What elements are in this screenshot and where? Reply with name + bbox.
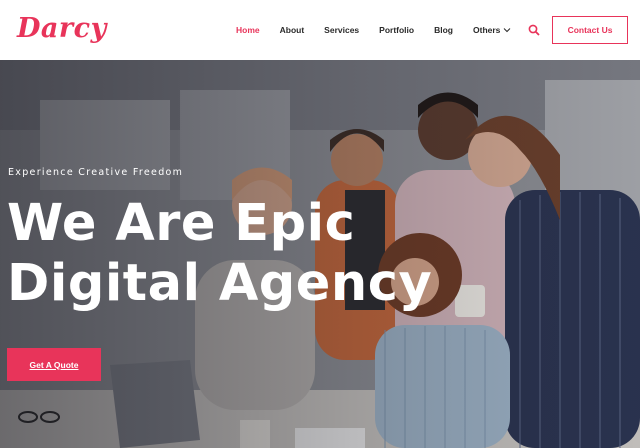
nav-item-others-label: Others: [473, 25, 501, 35]
hero-headline: We Are Epic Digital Agency: [7, 194, 433, 314]
nav-item-services[interactable]: Services: [324, 25, 359, 35]
chevron-down-icon: [504, 28, 511, 33]
nav-item-portfolio[interactable]: Portfolio: [379, 25, 414, 35]
main-nav: Home About Services Portfolio Blog Other…: [236, 21, 531, 39]
nav-item-about[interactable]: About: [280, 25, 305, 35]
nav-item-blog[interactable]: Blog: [434, 25, 453, 35]
nav-item-others[interactable]: Others: [473, 25, 511, 35]
hero-headline-line-1: We Are Epic: [7, 194, 356, 253]
hero-kicker: Experience Creative Freedom: [8, 167, 184, 178]
site-logo[interactable]: Darcy: [17, 11, 107, 47]
search-icon[interactable]: [528, 24, 540, 36]
contact-us-button[interactable]: Contact Us: [552, 16, 628, 44]
get-a-quote-button[interactable]: Get A Quote: [7, 348, 101, 381]
site-header: Darcy Home About Services Portfolio Blog…: [0, 0, 640, 60]
hero-headline-line-2: Digital Agency: [7, 254, 433, 313]
nav-item-home[interactable]: Home: [236, 25, 260, 35]
hero-section: Experience Creative Freedom We Are Epic …: [0, 60, 640, 448]
